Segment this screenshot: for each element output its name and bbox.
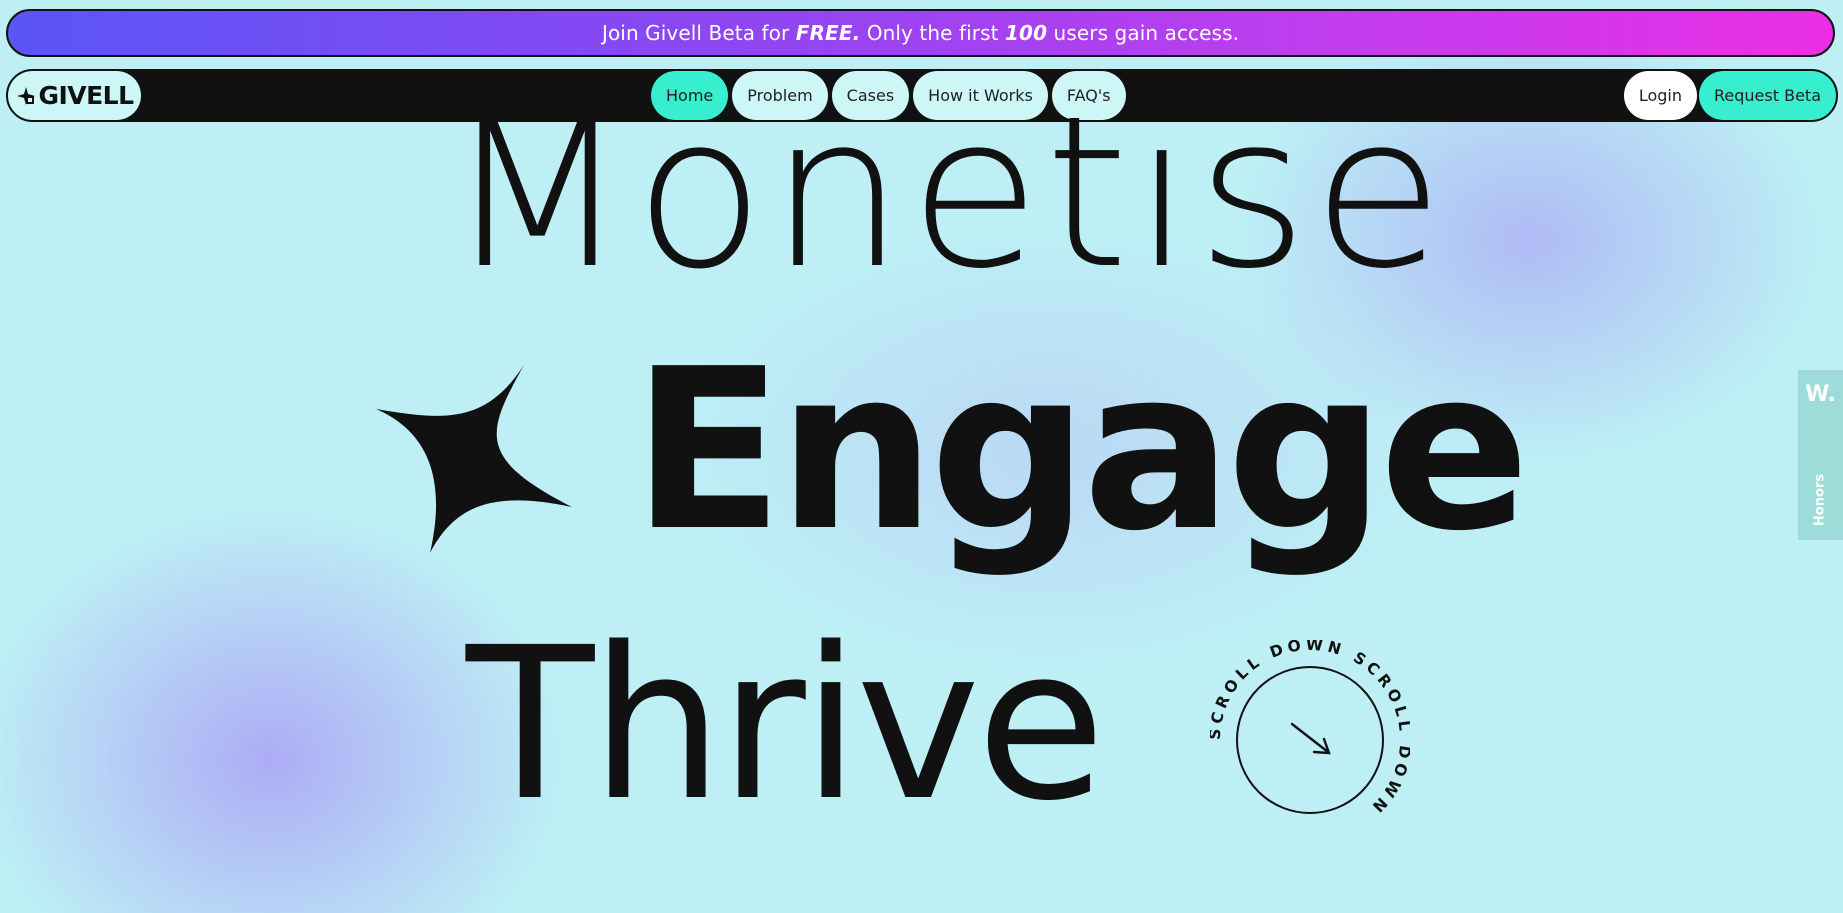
nav-faqs[interactable]: FAQ's [1051, 71, 1126, 120]
nav-cases[interactable]: Cases [831, 71, 910, 120]
banner-text-2: Only the first [860, 21, 1006, 45]
banner-count: 100 [1005, 21, 1048, 45]
hero-word-engage: Engage [632, 322, 1530, 580]
login-button[interactable]: Login [1623, 71, 1698, 120]
banner-free: FREE. [795, 21, 861, 45]
givell-logo-mark-icon [15, 85, 37, 107]
hero-word-thrive: Thrive [466, 602, 1106, 847]
logo[interactable]: GIVELL [8, 71, 141, 120]
nav-how-it-works[interactable]: How it Works [913, 71, 1048, 120]
main-nav: Home Problem Cases How it Works FAQ's [651, 71, 1126, 120]
side-tab-label: Honors [1812, 473, 1828, 527]
nav-problem[interactable]: Problem [732, 71, 828, 120]
announcement-banner: Join Givell Beta for FREE. Only the firs… [6, 9, 1835, 57]
scroll-down-badge[interactable]: SCROLL DOWN SCROLL DOWN [1210, 640, 1410, 840]
nav-actions: Login Request Beta [1623, 71, 1836, 120]
banner-text-1: Join Givell Beta for [601, 21, 796, 45]
arrow-down-right-icon [1290, 722, 1331, 755]
logo-text: GIVELL [38, 81, 134, 110]
honors-side-tab[interactable]: W. Honors [1798, 370, 1843, 540]
nav-home[interactable]: Home [651, 71, 729, 120]
sparkle-star-icon [376, 365, 572, 553]
request-beta-button[interactable]: Request Beta [1699, 71, 1836, 120]
side-tab-badge: W. [1805, 382, 1836, 407]
hero-word-monetise: Monetise [445, 70, 1448, 315]
banner-text-3: users gain access. [1047, 21, 1240, 45]
navbar: GIVELL Home Problem Cases How it Works F… [6, 69, 1838, 122]
